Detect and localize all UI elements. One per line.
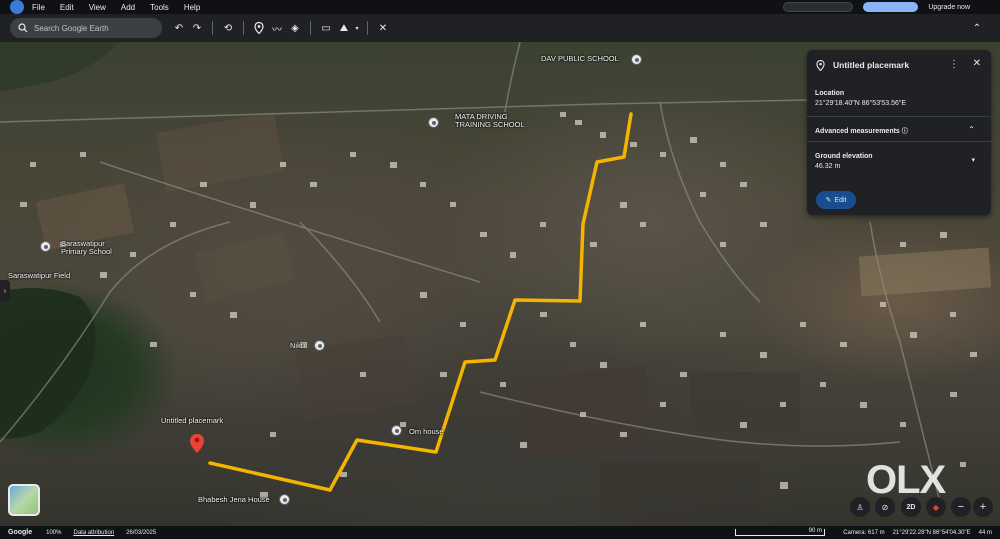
cursor-coordinates: 21°29'22.28"N 86°54'04.30"E <box>892 529 971 536</box>
toolbar-divider <box>243 21 244 35</box>
panel-divider <box>807 141 991 142</box>
layers-icon[interactable]: ◈ <box>286 19 304 37</box>
poi-driving-school-icon[interactable] <box>428 117 439 128</box>
olx-watermark-logo: OLX <box>866 457 946 502</box>
search-box[interactable] <box>10 18 162 38</box>
image-capture-icon[interactable]: ⛰ <box>335 19 353 37</box>
search-icon <box>18 23 28 33</box>
info-icon[interactable]: ⓘ <box>902 129 908 135</box>
edit-button-label: Edit <box>834 196 847 204</box>
menu-help[interactable]: Help <box>184 3 200 12</box>
elevation-dropdown-icon[interactable]: ▾ <box>971 156 975 164</box>
poi-niku-icon[interactable] <box>314 340 325 351</box>
status-bar: Google 100% Data attribution 26/03/2025 … <box>0 526 1000 539</box>
advanced-measurements-toggle[interactable]: Advanced measurements ⓘ <box>815 126 908 135</box>
add-placemark-icon[interactable] <box>250 19 268 37</box>
toolbar: ↶ ↷ ⟲ 〰 ◈ ▭ ⛰ ▾ ✕ ⌃ <box>0 14 1000 42</box>
search-input[interactable] <box>34 23 154 33</box>
toolbar-divider <box>310 21 311 35</box>
chevron-up-icon[interactable]: ⌃ <box>968 125 975 134</box>
undo-icon[interactable]: ↶ <box>170 19 188 37</box>
redo-icon[interactable]: ↷ <box>188 19 206 37</box>
imagery-date: 26/03/2025 <box>126 529 157 536</box>
upgrade-now-link[interactable]: Upgrade now <box>928 4 970 11</box>
label-mata-driving-school: MATA DRIVING TRAINING SCHOOL <box>455 112 525 129</box>
label-om-house: Om house <box>409 427 444 436</box>
label-saraswatipur-field: Saraswatipur Field <box>8 271 71 280</box>
menu-view[interactable]: View <box>89 3 106 12</box>
toolbar-divider <box>367 21 368 35</box>
pencil-icon: ✎ <box>825 197 832 204</box>
menu-add[interactable]: Add <box>121 3 135 12</box>
edit-button[interactable]: ✎ Edit <box>816 191 856 209</box>
account-chip[interactable] <box>783 2 854 12</box>
poi-om-house-icon[interactable] <box>391 425 402 436</box>
menu-tools[interactable]: Tools <box>150 3 169 12</box>
label-untitled-placemark: Untitled placemark <box>161 416 224 425</box>
location-value: 21°29'18.40"N 86°53'53.56"E <box>815 100 907 107</box>
draw-path-icon[interactable]: 〰 <box>268 19 286 37</box>
label-saraswatipur-primary-school: Saraswatipur Primary School <box>61 239 112 256</box>
roads <box>0 42 941 503</box>
blue-action-button[interactable] <box>863 2 919 12</box>
toolbar-divider <box>212 21 213 35</box>
scale-bar: 90 m <box>735 528 825 536</box>
cursor-elevation: 44 m <box>978 529 992 536</box>
placemark-pin-icon[interactable] <box>190 434 204 453</box>
panel-divider <box>807 116 991 117</box>
ground-elevation-value: 46.32 m <box>815 163 841 170</box>
panel-title[interactable]: Untitled placemark <box>833 60 909 70</box>
placemark-icon <box>816 59 825 71</box>
poi-primary-school-icon[interactable] <box>40 241 51 252</box>
historical-imagery-icon[interactable]: ⟲ <box>219 19 237 37</box>
ground-elevation-label: Ground elevation <box>815 153 873 160</box>
collapse-chevron-up-icon[interactable]: ⌃ <box>968 19 986 37</box>
more-options-icon[interactable]: ⋮ <box>949 59 959 70</box>
poi-school-icon[interactable] <box>631 54 642 65</box>
side-panel-expand-handle[interactable]: › <box>0 280 10 302</box>
zoom-percentage[interactable]: 100% <box>46 530 61 536</box>
menu-bar: File Edit View Add Tools Help Upgrade no… <box>0 0 1000 14</box>
measure-ruler-icon[interactable]: ▭ <box>317 19 335 37</box>
chevron-down-icon[interactable]: ▾ <box>353 19 361 37</box>
location-label: Location <box>815 90 845 97</box>
label-niku: Niku <box>290 341 306 350</box>
advanced-measurements-label: Advanced measurements <box>815 128 900 135</box>
placemark-details-panel: Untitled placemark ⋮ ✕ Location 21°29'18… <box>807 50 991 215</box>
menubar-right: Upgrade now <box>783 0 970 14</box>
zoom-in-icon[interactable]: + <box>973 497 993 517</box>
data-attribution-link[interactable]: Data attribution <box>73 530 114 536</box>
close-icon[interactable]: ✕ <box>973 58 981 69</box>
google-logo: Google <box>8 529 33 536</box>
tools-wrench-icon[interactable]: ✕ <box>374 19 392 37</box>
label-dav-public-school: DAV PUBLIC SCHOOL <box>541 54 619 63</box>
poi-bhabesh-house-icon[interactable] <box>279 494 290 505</box>
google-earth-window: DAV PUBLIC SCHOOL MATA DRIVING TRAINING … <box>0 0 1000 539</box>
label-bhabesh-jena-house: Bhabesh Jena House <box>198 495 270 504</box>
menu-edit[interactable]: Edit <box>60 3 74 12</box>
forest-area-north <box>0 42 120 92</box>
status-right: Camera: 617 m 21°29'22.28"N 86°54'04.30"… <box>843 526 992 539</box>
menu-file[interactable]: File <box>32 3 45 12</box>
panel-header: Untitled placemark <box>807 50 991 80</box>
google-earth-logo-icon <box>10 0 24 14</box>
camera-altitude: Camera: 617 m <box>843 529 885 536</box>
map-style-thumbnail[interactable] <box>8 484 40 516</box>
forest-area <box>0 288 96 439</box>
